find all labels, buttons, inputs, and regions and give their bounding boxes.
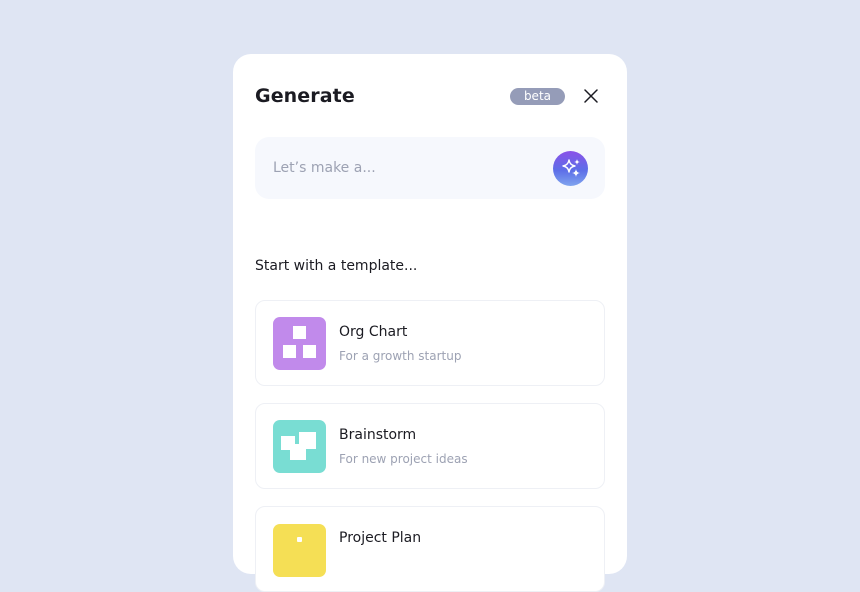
brainstorm-icon (273, 419, 326, 473)
prompt-box (255, 137, 605, 199)
panel-header: Generate beta (255, 82, 605, 110)
template-subtitle: For new project ideas (339, 451, 468, 466)
sparkle-icon (561, 159, 580, 177)
template-section-label: Start with a template... (255, 258, 418, 274)
template-card-project-plan[interactable]: Project Plan (255, 506, 605, 592)
template-title: Org Chart (339, 323, 408, 340)
project-plan-icon (273, 524, 326, 577)
panel-title: Generate (255, 85, 355, 107)
template-card-org-chart[interactable]: Org Chart For a growth startup (255, 300, 605, 386)
template-card-brainstorm[interactable]: Brainstorm For new project ideas (255, 403, 605, 489)
template-title: Project Plan (339, 530, 422, 546)
prompt-input[interactable] (273, 160, 553, 176)
beta-badge: beta (509, 87, 565, 105)
close-icon (584, 89, 598, 103)
close-button[interactable] (579, 84, 603, 108)
generate-panel: Generate beta Start with a template... O… (233, 54, 627, 592)
org-chart-icon (273, 316, 326, 370)
generate-button[interactable] (553, 150, 588, 186)
template-subtitle: For a growth startup (339, 348, 462, 363)
template-title: Brainstorm (339, 426, 417, 443)
